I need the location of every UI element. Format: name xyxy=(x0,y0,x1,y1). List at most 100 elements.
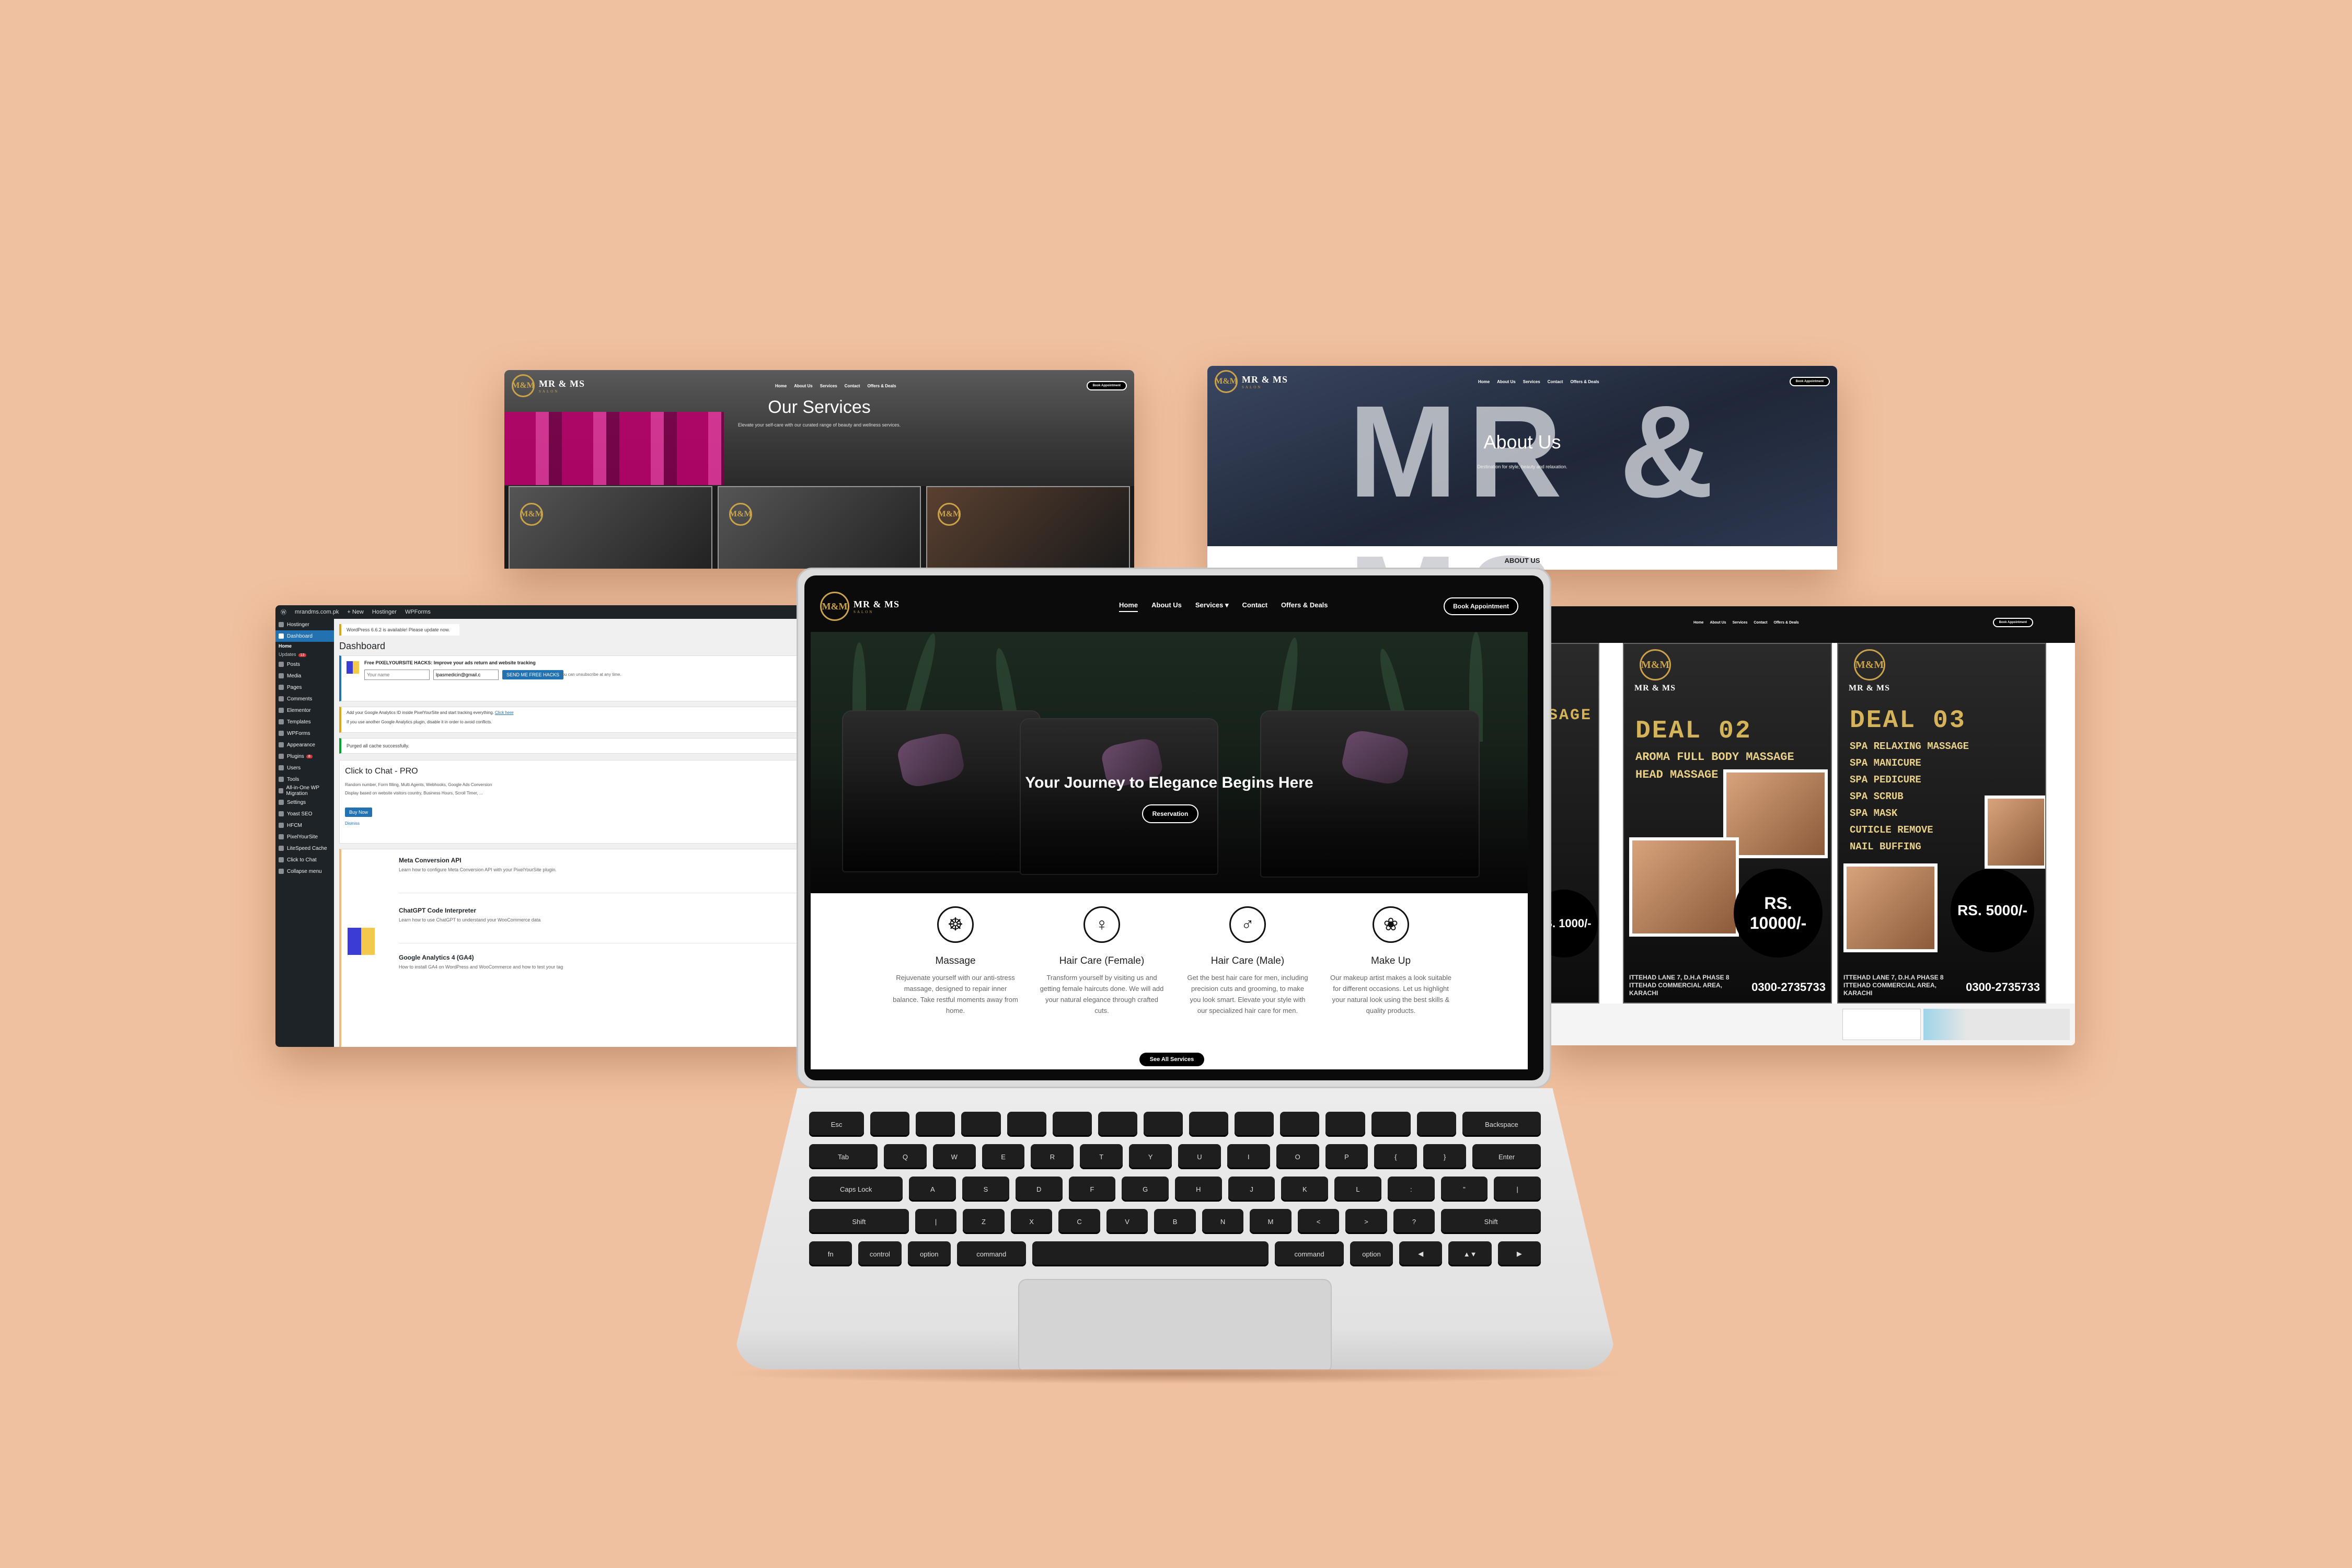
key[interactable]: S xyxy=(962,1177,1009,1202)
key[interactable]: Caps Lock xyxy=(809,1177,903,1202)
key[interactable]: Y xyxy=(1129,1144,1172,1169)
menu-hfcm[interactable]: HFCM xyxy=(275,820,334,831)
buy-now-button[interactable]: Buy Now xyxy=(345,808,373,817)
key[interactable]: G xyxy=(1122,1177,1169,1202)
menu-yoast-seo[interactable]: Yoast SEO xyxy=(275,808,334,820)
brand-logo[interactable]: M&M xyxy=(820,592,849,621)
key[interactable] xyxy=(1032,1241,1269,1266)
menu-posts[interactable]: Posts xyxy=(275,659,334,670)
key[interactable]: command xyxy=(956,1241,1026,1266)
key[interactable]: X xyxy=(1010,1209,1053,1234)
key[interactable]: N xyxy=(1202,1209,1244,1234)
admin-bar-hostinger[interactable]: Hostinger xyxy=(372,609,397,615)
key[interactable]: L xyxy=(1334,1177,1381,1202)
key[interactable]: U xyxy=(1178,1144,1221,1169)
menu-templates[interactable]: Templates xyxy=(275,716,334,728)
admin-bar-new[interactable]: + New xyxy=(347,609,364,615)
blog-item[interactable]: Meta Conversion API Learn how to configur… xyxy=(399,857,813,893)
name-input[interactable] xyxy=(364,670,430,680)
key[interactable]: T xyxy=(1080,1144,1123,1169)
nav-contact[interactable]: Contact xyxy=(845,384,860,388)
service-hair-female[interactable]: ♀ Hair Care (Female) Transform yourself … xyxy=(1039,906,1165,1016)
menu-litespeed-cache[interactable]: LiteSpeed Cache xyxy=(275,843,334,854)
dismiss-link[interactable]: Dismiss xyxy=(345,821,360,826)
menu-collapse-menu[interactable]: Collapse menu xyxy=(275,866,334,877)
key[interactable] xyxy=(1280,1112,1320,1137)
nav-home[interactable]: Home xyxy=(1478,379,1490,384)
menu-all-in-one-wp-migration[interactable]: All-in-One WP Migration xyxy=(275,785,334,797)
key[interactable]: | xyxy=(1494,1177,1541,1202)
key[interactable] xyxy=(870,1112,910,1137)
service-hair-male[interactable]: ♂ Hair Care (Male) Get the best hair car… xyxy=(1185,906,1310,1016)
key[interactable]: E xyxy=(982,1144,1025,1169)
nav-services[interactable]: Services xyxy=(820,384,837,388)
menu-comments[interactable]: Comments xyxy=(275,693,334,705)
brand-logo[interactable]: M&M xyxy=(512,374,535,397)
see-all-services-button[interactable]: See All Services xyxy=(1139,1053,1204,1066)
menu-plugins[interactable]: Plugins 8 xyxy=(275,751,334,762)
nav-offers[interactable]: Offers & Deals xyxy=(1773,621,1798,625)
key[interactable]: H xyxy=(1175,1177,1222,1202)
book-appointment-button[interactable]: Book Appointment xyxy=(1086,381,1127,390)
trackpad[interactable] xyxy=(1018,1279,1332,1369)
key[interactable]: F xyxy=(1068,1177,1116,1202)
nav-contact[interactable]: Contact xyxy=(1548,379,1563,384)
key[interactable]: C xyxy=(1058,1209,1100,1234)
key[interactable]: command xyxy=(1275,1241,1344,1266)
key[interactable]: : xyxy=(1387,1177,1435,1202)
key[interactable]: ▲▼ xyxy=(1448,1241,1492,1266)
deal-02-card[interactable]: M&M MR & MS DEAL 02 AROMA FULL BODY MASS… xyxy=(1623,643,1832,1004)
key[interactable]: Enter xyxy=(1472,1144,1541,1169)
map-embed[interactable] xyxy=(1923,1009,2070,1040)
nav-services[interactable]: Services xyxy=(1733,621,1748,625)
service-card[interactable]: M&M xyxy=(509,486,712,569)
key[interactable] xyxy=(1143,1112,1183,1137)
key[interactable]: fn xyxy=(809,1241,852,1266)
nav-offers[interactable]: Offers & Deals xyxy=(867,384,896,388)
blog-item[interactable]: Google Analytics 4 (GA4) How to install G… xyxy=(399,954,813,990)
menu-tools[interactable]: Tools xyxy=(275,774,334,785)
brand-logo[interactable]: M&M xyxy=(1215,370,1238,393)
key[interactable]: { xyxy=(1374,1144,1417,1169)
wp-logo-icon[interactable]: Ⓦ xyxy=(281,608,286,616)
key[interactable]: Esc xyxy=(809,1112,864,1137)
key[interactable]: Backspace xyxy=(1462,1112,1541,1137)
key[interactable]: D xyxy=(1015,1177,1063,1202)
nav-home[interactable]: Home xyxy=(1693,621,1703,625)
key[interactable]: < xyxy=(1297,1209,1340,1234)
key[interactable] xyxy=(1325,1112,1365,1137)
submenu-home[interactable]: Home xyxy=(275,642,334,650)
key[interactable] xyxy=(1189,1112,1229,1137)
service-make-up[interactable]: ❀ Make Up Our makeup artist makes a look… xyxy=(1328,906,1454,1016)
reservation-button[interactable]: Reservation xyxy=(1142,804,1198,823)
submenu-updates[interactable]: Updates 13 xyxy=(275,650,334,659)
service-card[interactable]: M&M xyxy=(717,486,921,569)
nav-services[interactable]: Services xyxy=(1523,379,1540,384)
menu-elementor[interactable]: Elementor xyxy=(275,705,334,716)
key[interactable]: Z xyxy=(963,1209,1005,1234)
key[interactable]: control xyxy=(858,1241,902,1266)
key[interactable]: R xyxy=(1031,1144,1074,1169)
nav-contact[interactable]: Contact xyxy=(1754,621,1767,625)
key[interactable]: M xyxy=(1250,1209,1292,1234)
menu-pixelyoursite[interactable]: PixelYourSite xyxy=(275,831,334,843)
key[interactable]: W xyxy=(932,1144,976,1169)
menu-dashboard[interactable]: Dashboard xyxy=(275,630,334,642)
key[interactable] xyxy=(916,1112,955,1137)
key[interactable]: > xyxy=(1345,1209,1387,1234)
service-card[interactable]: M&M xyxy=(926,486,1131,569)
key[interactable]: ? xyxy=(1393,1209,1435,1234)
key[interactable] xyxy=(1416,1112,1456,1137)
menu-appearance[interactable]: Appearance xyxy=(275,739,334,751)
send-hacks-button[interactable]: SEND ME FREE HACKS xyxy=(502,670,564,679)
blog-item[interactable]: ChatGPT Code Interpreter Learn how to use… xyxy=(399,907,813,943)
key[interactable]: Q xyxy=(883,1144,927,1169)
key[interactable] xyxy=(961,1112,1001,1137)
menu-pages[interactable]: Pages xyxy=(275,682,334,693)
menu-settings[interactable]: Settings xyxy=(275,797,334,808)
key[interactable]: " xyxy=(1440,1177,1488,1202)
nav-about[interactable]: About Us xyxy=(1497,379,1516,384)
key[interactable] xyxy=(1235,1112,1274,1137)
book-appointment-button[interactable]: Book Appointment xyxy=(1992,618,2033,627)
nav-offers[interactable]: Offers & Deals xyxy=(1570,379,1599,384)
